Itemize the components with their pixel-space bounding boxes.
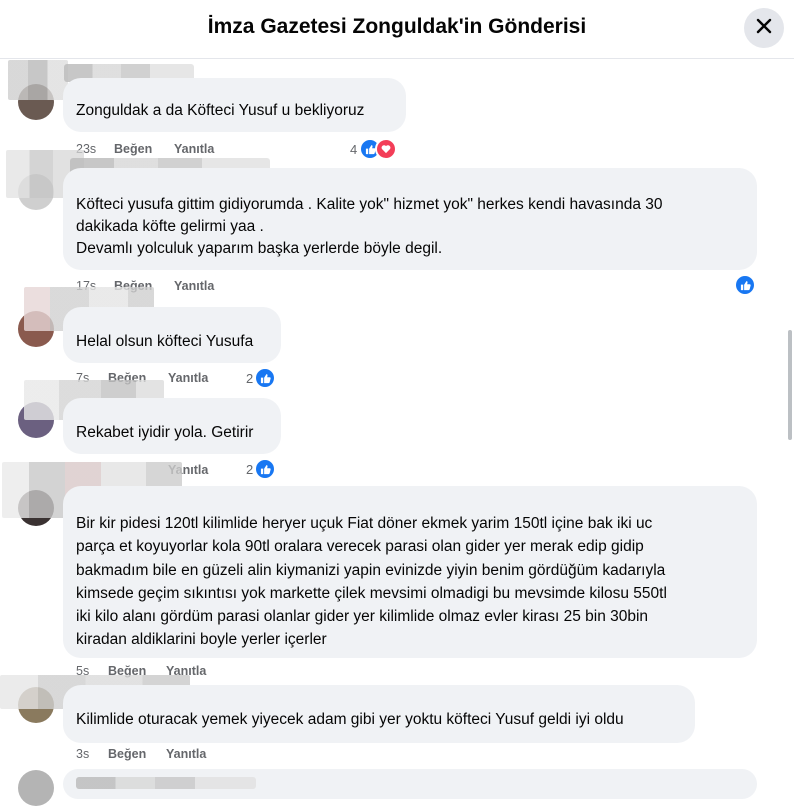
- comment-bubble: Zonguldak a da Köfteci Yusuf u bekliyoru…: [63, 78, 406, 132]
- comment-item: Bir kir pidesi 120tl kilimlide heryer uç…: [0, 462, 794, 692]
- comment-time[interactable]: 3s: [76, 747, 89, 761]
- comment-text: Rekabet iyidir yola. Getirir: [76, 424, 254, 441]
- comment-item: Helal olsun köfteci Yusufa 7s Beğen Yanı…: [0, 285, 794, 389]
- comment-bubble: Köfteci yusufa gittim gidiyorumda . Kali…: [63, 168, 757, 270]
- like-link[interactable]: Beğen: [108, 747, 146, 761]
- dialog-title: İmza Gazetesi Zonguldak'in Gönderisi: [207, 15, 587, 38]
- avatar[interactable]: [18, 770, 54, 806]
- comment-text: Helal olsun köfteci Yusufa: [76, 333, 254, 350]
- close-button[interactable]: [744, 8, 784, 48]
- comment-text: Zonguldak a da Köfteci Yusuf u bekliyoru…: [76, 102, 365, 119]
- author-name-blurred: [76, 777, 256, 789]
- comment-bubble: Bir kir pidesi 120tl kilimlide heryer uç…: [63, 486, 757, 658]
- close-icon: [755, 17, 773, 40]
- dialog-header: İmza Gazetesi Zonguldak'in Gönderisi: [0, 0, 794, 59]
- comment-bubble: Rekabet iyidir yola. Getirir: [63, 398, 281, 454]
- comment-text: Bir kir pidesi 120tl kilimlide heryer uç…: [76, 515, 667, 649]
- comment-text: Kilimlide oturacak yemek yiyecek adam gi…: [76, 711, 624, 728]
- comment-item: [0, 766, 794, 806]
- comment-text: Köfteci yusufa gittim gidiyorumda . Kali…: [76, 196, 663, 257]
- comment-item: Köfteci yusufa gittim gidiyorumda . Kali…: [0, 150, 794, 300]
- blurred-area: [8, 60, 68, 100]
- comment-bubble: Kilimlide oturacak yemek yiyecek adam gi…: [63, 685, 695, 743]
- reply-link[interactable]: Yanıtla: [166, 747, 206, 761]
- comment-item: Kilimlide oturacak yemek yiyecek adam gi…: [0, 675, 794, 770]
- comment-bubble: Helal olsun köfteci Yusufa: [63, 307, 281, 363]
- scrollbar[interactable]: [788, 330, 792, 440]
